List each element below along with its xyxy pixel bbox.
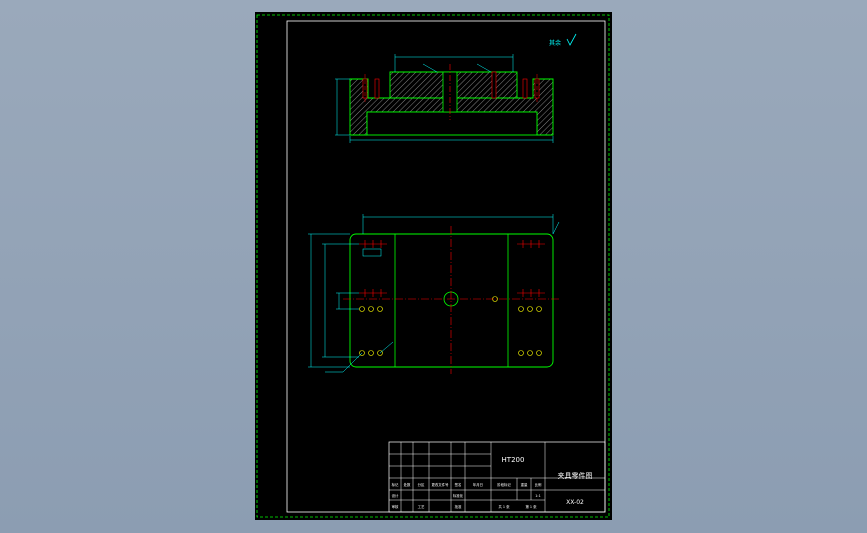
drawing-sheet: 其余 HT200 夹具零件图 XX-02 标记 处数 分区 更改文件号 签名 年… xyxy=(255,12,612,520)
plan-outline xyxy=(349,233,554,368)
approve-label: 批准 xyxy=(455,504,462,509)
section-hole-mid xyxy=(491,71,497,99)
stage-label: 阶段标记 xyxy=(497,482,511,487)
surface-finish-text: 其余 xyxy=(549,39,561,47)
plan-bolt-marks xyxy=(359,240,545,297)
design-label: 设计 xyxy=(392,493,399,498)
drawing-number: XX-02 xyxy=(566,499,584,506)
row-mark-2: 分区 xyxy=(418,482,425,487)
row-mark-0: 标记 xyxy=(392,482,399,487)
plan-view xyxy=(308,214,561,374)
weight-label: 重量 xyxy=(521,482,528,487)
section-view xyxy=(335,54,554,143)
row-mark-1: 处数 xyxy=(404,482,411,487)
process-label: 工艺 xyxy=(418,504,425,509)
surface-finish-note: 其余 xyxy=(549,33,577,47)
section-cavity xyxy=(366,111,538,136)
scale-value: 1:1 xyxy=(535,494,540,498)
standardize-label: 标准化 xyxy=(453,493,464,498)
plan-holes xyxy=(359,306,542,356)
scale-label: 比例 xyxy=(535,482,542,487)
part-title: 夹具零件图 xyxy=(558,471,593,480)
row-mark-3: 更改文件号 xyxy=(432,482,450,487)
row-mark-5: 年月日 xyxy=(473,482,483,487)
sheet-count: 共 1 张 xyxy=(498,504,510,509)
section-hole-left-2 xyxy=(374,78,380,99)
sheet-index: 第 1 张 xyxy=(525,504,537,509)
roughness-symbol-icon xyxy=(566,33,577,46)
material-label: HT200 xyxy=(502,456,525,464)
title-block: HT200 夹具零件图 XX-02 标记 处数 分区 更改文件号 签名 年月日 … xyxy=(388,441,606,513)
review-label: 审核 xyxy=(392,504,399,509)
section-hole-right xyxy=(522,78,528,99)
row-mark-4: 签名 xyxy=(455,482,462,487)
